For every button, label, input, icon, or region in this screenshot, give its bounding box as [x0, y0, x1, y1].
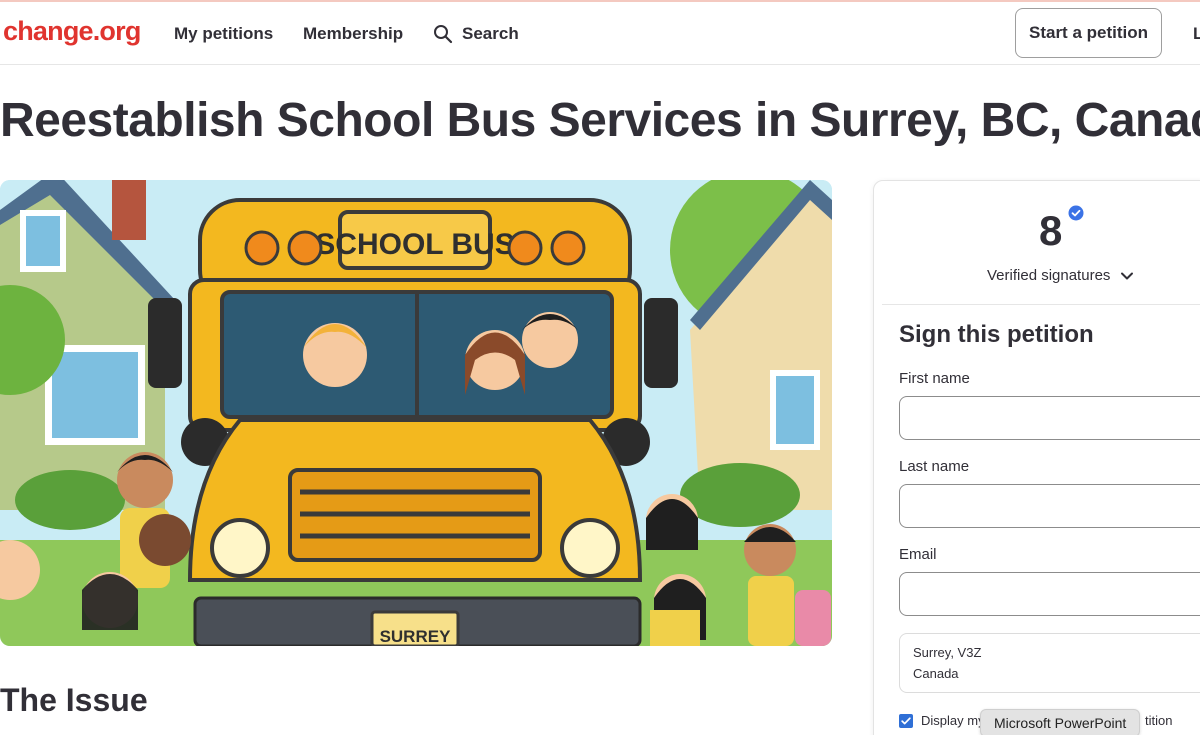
verified-signatures-label: Verified signatures — [987, 267, 1111, 284]
location-field[interactable]: Surrey, V3Z Canada — [899, 633, 1200, 693]
email-field[interactable] — [899, 572, 1200, 616]
start-petition-button[interactable]: Start a petition — [1015, 8, 1162, 58]
site-header: change.org My petitions Membership Searc… — [0, 2, 1200, 65]
os-app-tooltip: Microsoft PowerPoint — [980, 709, 1141, 735]
change-org-logo[interactable]: change.org — [3, 16, 141, 47]
sign-petition-heading: Sign this petition — [899, 321, 1094, 348]
verified-badge-icon — [1068, 205, 1084, 221]
display-name-consent-label: Display my — [921, 713, 985, 728]
nav-search-label: Search — [462, 24, 519, 43]
checkmark-icon — [901, 716, 911, 724]
card-divider — [882, 304, 1200, 305]
signature-count: 8 — [1039, 207, 1063, 254]
search-icon — [434, 25, 453, 44]
chevron-down-icon — [1121, 272, 1134, 279]
display-name-consent-label-end: tition — [1145, 713, 1173, 728]
school-bus-illustration: SCHOOL BUS SURREY — [0, 180, 832, 646]
location-city: Surrey, V3Z — [913, 645, 982, 660]
issue-heading: The Issue — [0, 682, 148, 718]
location-country: Canada — [913, 666, 959, 681]
nav-my-petitions[interactable]: My petitions — [174, 24, 273, 44]
display-name-consent[interactable]: Display my — [899, 713, 985, 728]
first-name-field[interactable] — [899, 396, 1200, 440]
last-name-field[interactable] — [899, 484, 1200, 528]
bus-sign-text: SCHOOL BUS — [315, 228, 514, 261]
petition-hero-image: SCHOOL BUS SURREY — [0, 180, 832, 646]
last-name-label: Last name — [899, 458, 970, 475]
display-name-checkbox[interactable] — [899, 713, 913, 728]
nav-membership[interactable]: Membership — [303, 24, 403, 44]
sign-petition-card: 8 Verified signatures Sign this petition… — [873, 180, 1200, 735]
email-label: Email — [899, 546, 937, 563]
verified-signatures-toggle[interactable]: Verified signatures — [987, 267, 1134, 284]
nav-search[interactable]: Search — [433, 24, 519, 44]
petition-title: Reestablish School Bus Services in Surre… — [0, 94, 1200, 147]
nav-item-truncated[interactable]: L — [1193, 24, 1200, 44]
first-name-label: First name — [899, 370, 970, 387]
bus-plate-text: SURREY — [380, 627, 452, 646]
